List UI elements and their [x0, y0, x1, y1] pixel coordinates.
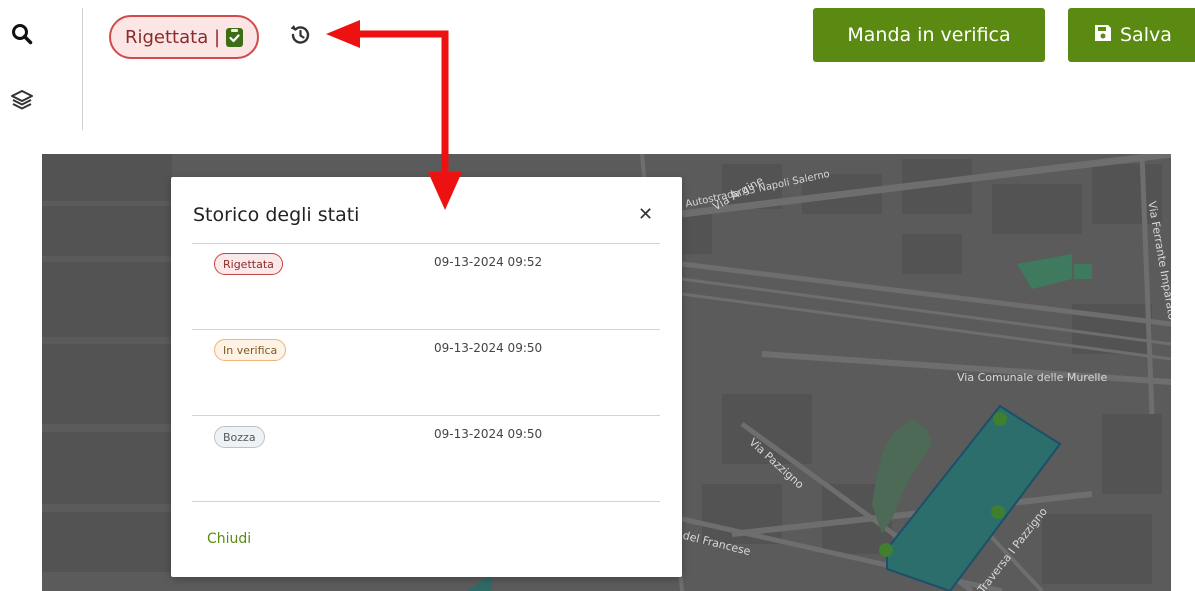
- divider: [192, 501, 660, 502]
- search-icon[interactable]: [6, 18, 38, 50]
- send-to-verification-button[interactable]: Manda in verifica: [813, 8, 1045, 62]
- history-icon[interactable]: [285, 20, 315, 50]
- divider: [192, 329, 660, 330]
- status-label: Rigettata |: [124, 26, 221, 48]
- clipboard-check-icon: [226, 27, 244, 47]
- save-label: Salva: [1120, 24, 1172, 46]
- divider: [192, 243, 660, 244]
- floppy-disk-icon: [1094, 24, 1112, 47]
- history-date: 09-13-2024 09:50: [434, 427, 543, 441]
- history-date: 09-13-2024 09:52: [434, 255, 543, 269]
- street-label: Via Comunale delle Murelle: [957, 371, 1108, 384]
- toolbar-divider: [82, 8, 83, 130]
- close-link[interactable]: Chiudi: [207, 531, 251, 547]
- history-status-badge: Rigettata: [214, 253, 283, 275]
- save-button[interactable]: Salva: [1068, 8, 1195, 62]
- status-badge[interactable]: Rigettata |: [109, 15, 259, 59]
- dialog-title: Storico degli stati: [193, 204, 360, 226]
- status-history-dialog: Storico degli stati ✕ Rigettata 09-13-20…: [171, 177, 682, 577]
- divider: [192, 415, 660, 416]
- send-to-verification-label: Manda in verifica: [847, 24, 1011, 46]
- layers-icon[interactable]: [6, 84, 38, 116]
- history-date: 09-13-2024 09:50: [434, 341, 543, 355]
- close-icon[interactable]: ✕: [638, 206, 653, 224]
- history-status-badge: In verifica: [214, 339, 287, 361]
- history-status-badge: Bozza: [214, 426, 265, 448]
